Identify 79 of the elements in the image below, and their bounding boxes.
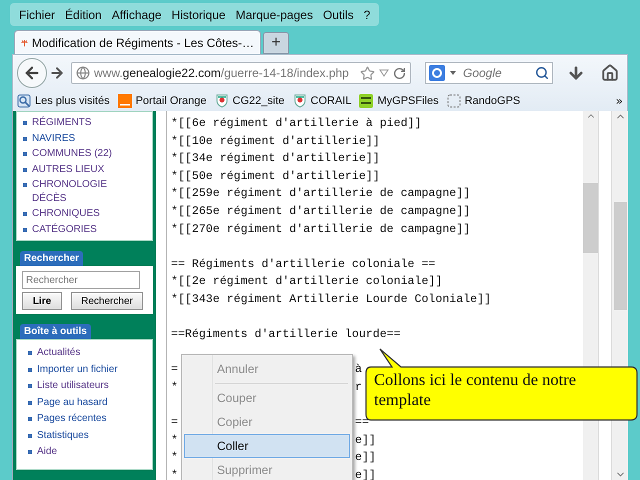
code-line: *[[6e régiment d'artillerie à pied]] bbox=[171, 116, 422, 132]
code-line: == Régiments d'artillerie coloniale == bbox=[171, 256, 436, 273]
bookmark-item[interactable]: CORAIL bbox=[292, 94, 352, 108]
code-fragment: r bbox=[355, 380, 362, 396]
search-input[interactable]: Rechercher bbox=[22, 271, 140, 289]
star-icon bbox=[360, 66, 375, 80]
code-line: *[[2e régiment d'artillerie coloniale]] bbox=[171, 274, 442, 290]
code-fragment: à bbox=[355, 362, 362, 378]
tool-link[interactable]: Actualités bbox=[28, 346, 152, 360]
menu-item[interactable]: Historique bbox=[166, 8, 231, 22]
code-line: *[[343e régiment Artillerie Lourde Coloniale]] bbox=[171, 292, 492, 308]
shield-icon bbox=[292, 94, 307, 108]
tool-link[interactable]: Importer un fichier bbox=[28, 362, 152, 376]
bookmark-item[interactable]: RandoGPS bbox=[446, 94, 520, 108]
nav-link[interactable]: CHRONOLOGIE DÉCÈS bbox=[23, 178, 152, 205]
code-fragment: e]] bbox=[355, 432, 376, 449]
nav-link[interactable]: COMMUNES (22) bbox=[23, 147, 152, 160]
back-button[interactable] bbox=[17, 58, 47, 88]
code-line: *[[259e régiment d'artillerie de campagne]] bbox=[171, 186, 470, 202]
forward-button[interactable] bbox=[49, 65, 65, 81]
code-fragment: == bbox=[355, 415, 369, 432]
reload-icon bbox=[393, 66, 406, 80]
globe-icon bbox=[76, 66, 90, 80]
browser-tab[interactable]: Modification de Régiments - Les Côtes-… bbox=[14, 30, 261, 54]
code-line: *[[10e régiment d'artillerie]] bbox=[171, 134, 380, 150]
dropdown-caret-icon bbox=[448, 69, 458, 77]
bookmark-item[interactable]: Les plus visités bbox=[17, 94, 110, 108]
menu-item[interactable]: Fichier bbox=[14, 8, 60, 22]
more-bookmarks-chevron[interactable]: » bbox=[616, 94, 623, 108]
new-tab-button[interactable]: + bbox=[263, 32, 289, 54]
menu-item[interactable]: Édition bbox=[60, 8, 107, 22]
dashed-square-icon bbox=[446, 94, 461, 108]
nav-link[interactable]: CHRONIQUES bbox=[23, 207, 152, 220]
nav-link[interactable]: RÉGIMENTS bbox=[23, 116, 152, 130]
code-line: *[[34e régiment d'artillerie]] bbox=[171, 151, 380, 168]
tool-link[interactable]: Pages récentes bbox=[28, 412, 152, 426]
shield-icon bbox=[214, 94, 229, 108]
nav-link[interactable]: NAVIRES bbox=[23, 132, 152, 145]
code-fragment: = bbox=[171, 416, 178, 430]
tool-link[interactable]: Liste utilisateurs bbox=[28, 379, 152, 392]
code-fragment: = bbox=[171, 363, 178, 376]
tool-link[interactable]: Statistiques bbox=[28, 428, 152, 442]
dropdown-caret-icon bbox=[379, 69, 389, 77]
code-line: ==Régiments d'artillerie lourde== bbox=[171, 327, 401, 344]
code-fragment: * bbox=[171, 380, 178, 394]
scrollbar-thumb[interactable] bbox=[614, 202, 626, 310]
code-fragment: * bbox=[171, 434, 178, 447]
code-line: *[[50e régiment d'artillerie]] bbox=[171, 168, 380, 185]
tool-link[interactable]: Page au hasard bbox=[28, 396, 152, 409]
address-bar[interactable]: www.genealogie22.com/guerre-14-18/index.php bbox=[71, 62, 411, 84]
download-icon bbox=[567, 64, 585, 82]
menu-item[interactable]: Affichage bbox=[106, 8, 167, 22]
tool-link[interactable]: Aide bbox=[28, 445, 152, 458]
bookmark-item[interactable]: CG22_site bbox=[214, 94, 285, 108]
code-fragment: e]] bbox=[355, 450, 376, 466]
bookmark-item[interactable]: Portail Orange bbox=[118, 94, 207, 108]
portlet-heading: Boîte à outils bbox=[20, 324, 91, 339]
menu-item[interactable]: Marque-pages bbox=[230, 8, 318, 22]
search-button[interactable]: Lire bbox=[22, 292, 62, 310]
search-button[interactable]: Rechercher bbox=[71, 292, 143, 310]
history-icon bbox=[17, 94, 31, 108]
portlet-heading: Rechercher bbox=[20, 251, 84, 266]
nav-link[interactable]: AUTRES LIEUX bbox=[23, 162, 152, 176]
nav-link[interactable]: CATÉGORIES bbox=[23, 222, 152, 236]
square-logo-icon bbox=[118, 94, 132, 108]
bookmark-item[interactable]: MyGPSFiles bbox=[359, 94, 439, 108]
home-icon bbox=[601, 64, 619, 82]
scrollbar-thumb[interactable] bbox=[583, 183, 598, 253]
code-line: *[[265e régiment d'artillerie de campagne]] bbox=[171, 204, 470, 220]
callout-text: Collons ici le contenu de notre template bbox=[374, 370, 578, 410]
code-fragment: * bbox=[171, 468, 178, 480]
code-fragment: * bbox=[171, 451, 178, 464]
code-line: *[[270e régiment d'artillerie de campagne]] bbox=[171, 222, 470, 238]
search-icon bbox=[535, 66, 549, 80]
code-fragment: e]] bbox=[355, 468, 376, 480]
menu-item[interactable]: Coller bbox=[184, 434, 350, 458]
menu-item[interactable]: Outils bbox=[318, 8, 359, 22]
menu-item[interactable]: ? bbox=[358, 8, 376, 22]
search-bar[interactable]: Google bbox=[425, 62, 553, 84]
